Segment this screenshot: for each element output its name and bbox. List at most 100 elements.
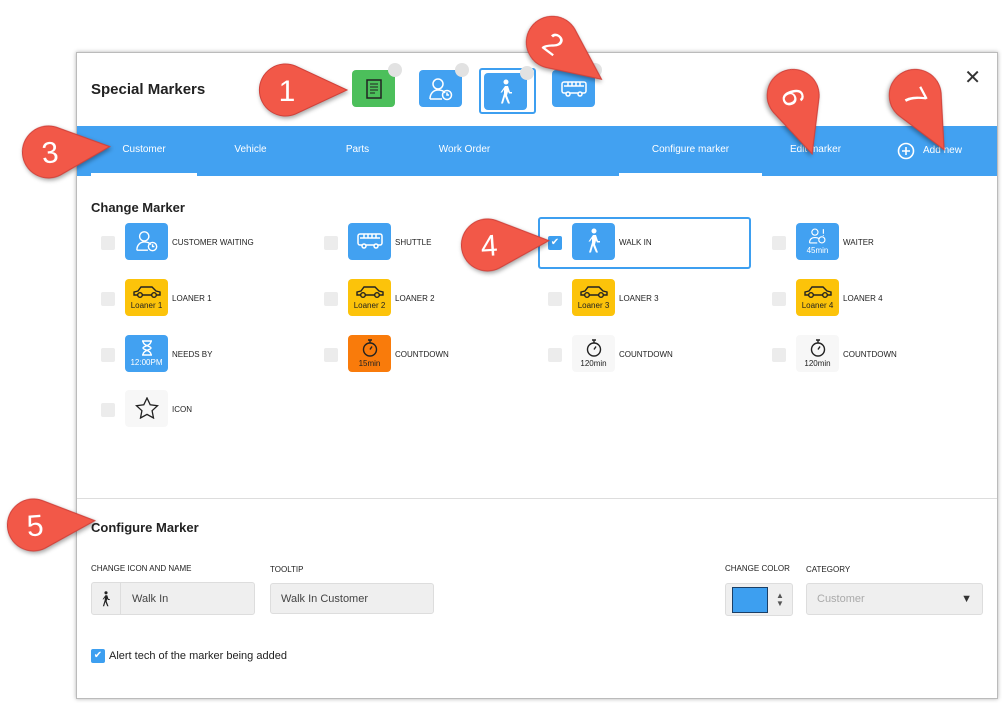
marker-stopwatch-icon[interactable]: 120min (572, 335, 615, 372)
marker-badge: 120min (580, 359, 607, 368)
configure-marker-heading: Configure Marker (91, 520, 199, 535)
marker-label: NEEDS BY (172, 350, 213, 359)
category-select[interactable]: Customer ▼ (806, 583, 983, 615)
alert-tech-label: Alert tech of the marker being added (109, 650, 287, 662)
marker-stopwatch-icon[interactable]: 120min (796, 335, 839, 372)
dialog-title: Special Markers (91, 81, 206, 98)
document-icon (365, 78, 382, 99)
car-icon (803, 285, 833, 301)
marker-label: WALK IN (619, 238, 652, 247)
marker-label: COUNTDOWN (619, 350, 673, 359)
color-picker[interactable]: ▲ ▼ (725, 583, 793, 616)
divider (77, 498, 997, 499)
svg-text:5: 5 (26, 509, 45, 543)
walk-in-icon[interactable] (92, 583, 121, 614)
marker-name-field[interactable]: Walk In (91, 582, 255, 615)
star-icon (134, 395, 159, 421)
stopwatch-icon (362, 339, 378, 359)
marker-badge: 15min (358, 359, 381, 368)
marker-name-value: Walk In (132, 592, 169, 605)
tooltip-label: TOOLTIP (270, 565, 304, 574)
marker-badge: 45min (806, 246, 829, 255)
tab-edit-marker[interactable]: Edit marker (762, 126, 869, 176)
marker-badge: Loaner 1 (130, 301, 163, 310)
car-icon (579, 285, 609, 301)
stopwatch-icon (586, 339, 602, 359)
top-marker-customer-waiting[interactable] (419, 63, 469, 107)
hourglass-icon (141, 340, 153, 358)
tab-parts[interactable]: Parts (304, 126, 411, 176)
alert-tech-checkbox[interactable]: ✔ (91, 649, 105, 663)
customer-waiting-icon (135, 229, 159, 255)
marker-label: LOANER 3 (619, 294, 659, 303)
marker-checkbox[interactable] (548, 292, 562, 306)
tooltip-field[interactable]: Walk In Customer (270, 583, 434, 614)
marker-shuttle-icon[interactable] (348, 223, 391, 260)
shuttle-icon (356, 232, 383, 252)
marker-label: LOANER 4 (843, 294, 883, 303)
change-color-label: CHANGE COLOR (725, 564, 790, 573)
plus-circle-icon (897, 142, 915, 160)
marker-checkbox[interactable] (101, 236, 115, 250)
category-label: CATEGORY (806, 565, 851, 574)
stopwatch-icon (810, 339, 826, 359)
marker-checkbox[interactable] (101, 403, 115, 417)
marker-car-icon[interactable]: Loaner 3 (572, 279, 615, 316)
marker-label: LOANER 2 (395, 294, 435, 303)
marker-badge: 120min (804, 359, 831, 368)
close-icon[interactable]: ✕ (964, 65, 981, 90)
marker-label: SHUTTLE (395, 238, 432, 247)
marker-checkbox[interactable] (772, 236, 786, 250)
marker-checkbox[interactable] (101, 292, 115, 306)
marker-checkbox[interactable] (324, 236, 338, 250)
marker-label: COUNTDOWN (395, 350, 449, 359)
icon-name-label: CHANGE ICON AND NAME (91, 564, 192, 573)
marker-car-icon[interactable]: Loaner 2 (348, 279, 391, 316)
marker-label: COUNTDOWN (843, 350, 897, 359)
marker-car-icon[interactable]: Loaner 4 (796, 279, 839, 316)
marker-hourglass-icon[interactable]: 12:00PM (125, 335, 168, 372)
stepper-arrows-icon[interactable]: ▲ ▼ (776, 591, 784, 608)
marker-checkbox[interactable] (101, 348, 115, 362)
marker-car-icon[interactable]: Loaner 1 (125, 279, 168, 316)
tab-configure-marker[interactable]: Configure marker (619, 126, 762, 176)
waiter-icon (808, 228, 828, 246)
top-marker-document[interactable] (352, 63, 402, 107)
marker-checkbox[interactable] (772, 292, 786, 306)
marker-badge: Loaner 4 (801, 301, 834, 310)
marker-label: ICON (172, 405, 192, 414)
marker-customer-waiting-icon[interactable] (125, 223, 168, 260)
car-icon (355, 285, 385, 301)
chevron-down-icon: ▼ (961, 593, 972, 605)
marker-badge: 12:00PM (130, 358, 163, 367)
add-new-label: Add new (923, 145, 962, 156)
top-marker-walk-in[interactable] (484, 66, 534, 110)
marker-waiter-icon[interactable]: 45min (796, 223, 839, 260)
marker-tab-bar: Customer Vehicle Parts Work Order Config… (77, 126, 997, 176)
change-marker-heading: Change Marker (91, 200, 185, 215)
marker-checkbox[interactable] (548, 348, 562, 362)
marker-star-icon[interactable] (125, 390, 168, 427)
marker-checkbox[interactable] (772, 348, 786, 362)
walk-in-icon (586, 228, 602, 256)
marker-badge: Loaner 3 (577, 301, 610, 310)
color-swatch (732, 586, 768, 613)
tab-work-order[interactable]: Work Order (411, 126, 518, 176)
car-icon (132, 285, 162, 301)
tab-customer[interactable]: Customer (91, 126, 197, 176)
marker-walk-in-icon[interactable] (572, 223, 615, 260)
tab-vehicle[interactable]: Vehicle (197, 126, 304, 176)
marker-label: CUSTOMER WAITING (172, 238, 254, 247)
marker-stopwatch-icon[interactable]: 15min (348, 335, 391, 372)
svg-text:3: 3 (40, 136, 60, 170)
shuttle-icon (560, 80, 587, 97)
marker-checkbox[interactable]: ✔ (548, 236, 562, 250)
marker-badge: Loaner 2 (353, 301, 386, 310)
special-markers-dialog: Special Markers ✕ Customer Vehicle Parts… (76, 52, 998, 699)
marker-checkbox[interactable] (324, 292, 338, 306)
top-marker-shuttle[interactable] (552, 63, 602, 107)
walk-in-icon (500, 79, 512, 103)
marker-checkbox[interactable] (324, 348, 338, 362)
category-value: Customer (817, 593, 865, 605)
add-new-button[interactable]: Add new (897, 126, 997, 176)
